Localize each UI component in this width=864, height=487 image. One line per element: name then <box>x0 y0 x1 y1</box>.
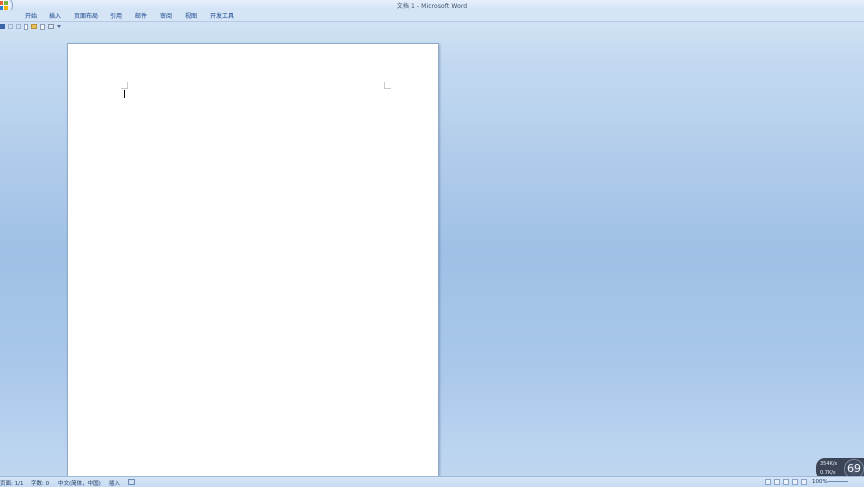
print-layout-view-icon[interactable] <box>765 479 771 485</box>
title-bar: 文档 1 - Microsoft Word <box>0 0 864 15</box>
document-area[interactable] <box>0 33 864 479</box>
tab-mailings[interactable]: 邮件 <box>135 11 147 20</box>
zoom-slider[interactable] <box>828 481 848 482</box>
open-folder-icon[interactable] <box>31 24 37 29</box>
ribbon-tab-bar: 开始 插入 页面布局 引用 邮件 审阅 视图 开发工具 <box>0 10 864 22</box>
web-layout-view-icon[interactable] <box>783 479 789 485</box>
upload-speed: 354K/s <box>820 461 838 467</box>
tab-view[interactable]: 视图 <box>185 11 197 20</box>
tab-insert[interactable]: 插入 <box>49 11 61 20</box>
margin-corner-mark <box>121 82 128 89</box>
outline-view-icon[interactable] <box>792 479 798 485</box>
undo-icon[interactable] <box>8 24 13 29</box>
text-cursor <box>124 90 125 98</box>
zoom-level[interactable]: 100% <box>812 479 828 485</box>
new-document-icon[interactable] <box>24 24 28 30</box>
margin-corner-mark <box>384 82 391 89</box>
document-page[interactable] <box>67 43 439 479</box>
status-bar: 页面: 1/1 字数: 0 中文(简体，中国) 插入 100% <box>0 476 864 487</box>
customize-dropdown-icon[interactable] <box>57 25 61 28</box>
draft-view-icon[interactable] <box>801 479 807 485</box>
tab-home[interactable]: 开始 <box>25 11 37 20</box>
macro-record-icon[interactable] <box>128 479 135 485</box>
redo-icon[interactable] <box>16 24 21 29</box>
full-screen-reading-view-icon[interactable] <box>774 479 780 485</box>
tab-review[interactable]: 审阅 <box>160 11 172 20</box>
window-title: 文档 1 - Microsoft Word <box>396 3 468 10</box>
tab-page-layout[interactable]: 页面布局 <box>74 11 98 20</box>
save-icon[interactable] <box>0 24 5 29</box>
tab-developer[interactable]: 开发工具 <box>210 11 234 20</box>
quick-access-toolbar <box>0 22 864 32</box>
tab-references[interactable]: 引用 <box>110 11 122 20</box>
print-preview-icon[interactable] <box>40 24 45 30</box>
print-icon[interactable] <box>48 24 54 29</box>
